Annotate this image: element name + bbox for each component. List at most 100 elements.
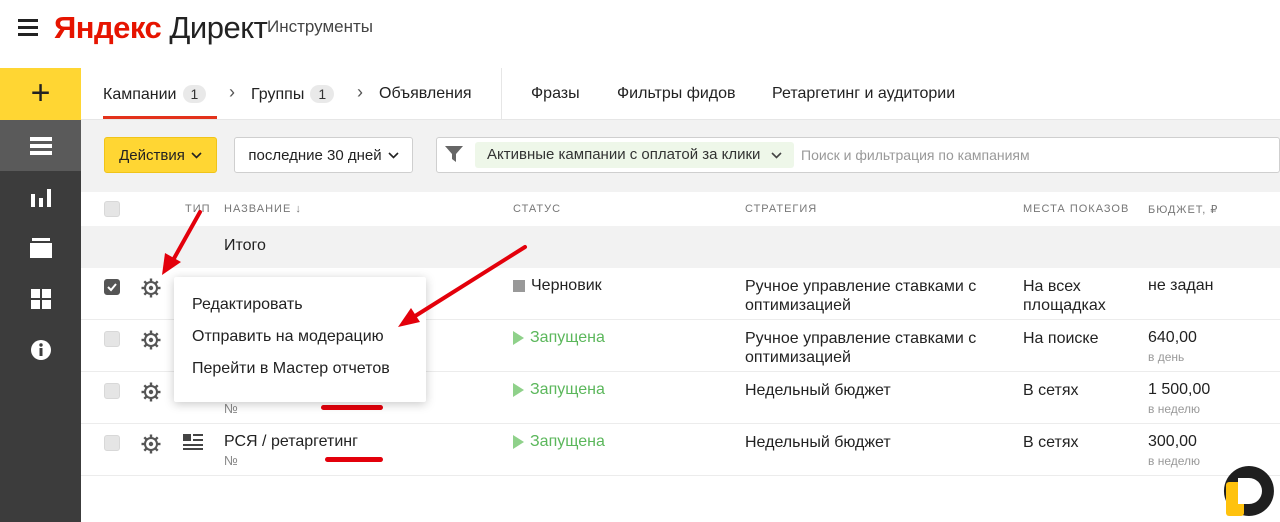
table-header: ТИП НАЗВАНИЕ ↓ СТАТУС СТРАТЕГИЯ МЕСТА ПО… (81, 192, 1280, 226)
divider (501, 68, 502, 120)
tab-retargeting[interactable]: Ретаргетинг и аудитории (772, 85, 955, 103)
menu-item-edit[interactable]: Редактировать (192, 296, 303, 314)
sidebar-item-info[interactable] (0, 324, 81, 375)
column-placements: МЕСТА ПОКАЗОВ (1023, 203, 1130, 215)
budget-period: в день (1148, 350, 1185, 364)
check-icon (107, 283, 117, 292)
chevron-down-icon (191, 151, 202, 159)
placements-cell: В сетях (1023, 434, 1079, 451)
active-tab-indicator (103, 116, 217, 119)
tab-groups[interactable]: Группы 1 (251, 85, 335, 104)
list-icon (29, 136, 52, 155)
row-checkbox[interactable] (104, 435, 120, 451)
tab-ads[interactable]: Объявления (379, 85, 472, 103)
filter-bar[interactable]: Активные кампании с оплатой за клики Пои… (436, 137, 1280, 173)
tab-feed-filters[interactable]: Фильтры фидов (617, 85, 736, 103)
sidebar-item-archive[interactable] (0, 222, 81, 273)
gear-icon[interactable] (141, 330, 161, 350)
period-select-label: последние 30 дней (248, 146, 382, 164)
logo[interactable]: Яндекс Директ (54, 10, 268, 46)
breadcrumb-chevron-icon: › (357, 82, 363, 102)
draft-icon (513, 280, 525, 292)
tools-link[interactable]: Инструменты (267, 17, 373, 37)
strategy-cell: Ручное управление ставками с оптимизацие… (745, 278, 977, 314)
filter-icon[interactable] (445, 146, 463, 163)
menu-item-report-wizard[interactable]: Перейти в Мастер отчетов (192, 360, 390, 378)
chevron-down-icon (771, 152, 782, 159)
status-text: Черновик (531, 277, 602, 294)
play-icon (513, 383, 524, 397)
column-name[interactable]: НАЗВАНИЕ ↓ (224, 203, 302, 215)
chevron-down-icon (388, 151, 399, 159)
tab-campaigns-label: Кампании (103, 86, 177, 103)
brand-logo (1223, 466, 1274, 516)
column-status: СТАТУС (513, 203, 562, 215)
placements-cell: На поиске (1023, 330, 1099, 347)
select-all-checkbox[interactable] (104, 201, 120, 217)
play-icon (513, 331, 524, 345)
gear-icon[interactable] (141, 278, 161, 298)
status-badge: Запущена (513, 381, 605, 399)
filter-chip-label: Активные кампании с оплатой за клики (487, 146, 761, 163)
campaign-number: № (224, 401, 238, 416)
sidebar-item-stats[interactable] (0, 171, 81, 222)
status-text: Запущена (530, 329, 605, 346)
status-badge: Черновик (513, 277, 602, 295)
row-checkbox[interactable] (104, 279, 120, 295)
actions-button-label: Действия (119, 146, 185, 164)
table-row: РСЯ / ретаргетинг № Запущена Недельный б… (81, 424, 1280, 476)
actions-button[interactable]: Действия (104, 137, 217, 173)
strategy-cell: Ручное управление ставками с оптимизацие… (745, 330, 977, 366)
campaign-name-link[interactable]: РСЯ / ретаргетинг (224, 433, 358, 451)
nav-tabs: Кампании 1 › Группы 1 › Объявления Фразы Ф… (81, 68, 1280, 120)
left-sidebar: + (0, 68, 81, 522)
filter-chip[interactable]: Активные кампании с оплатой за клики (475, 142, 794, 168)
total-label: Итого (224, 237, 266, 254)
budget-cell: 640,00 (1148, 329, 1197, 346)
tab-campaigns-count: 1 (182, 85, 207, 103)
play-icon (513, 435, 524, 449)
menu-icon[interactable] (18, 19, 38, 36)
screen: Яндекс Директ Инструменты + Кампании 1 › … (0, 0, 1280, 522)
archive-icon (29, 237, 52, 258)
grid-icon (30, 288, 51, 309)
budget-cell: не задан (1148, 277, 1214, 294)
total-row: Итого (81, 226, 1280, 268)
create-button[interactable]: + (0, 68, 81, 120)
menu-item-send-to-moderation[interactable]: Отправить на модерацию (192, 328, 384, 346)
sidebar-item-tools[interactable] (0, 273, 81, 324)
search-input[interactable]: Поиск и фильтрация по кампаниям (801, 147, 1030, 163)
column-strategy: СТРАТЕГИЯ (745, 203, 818, 215)
gear-icon[interactable] (141, 434, 161, 454)
redaction-mark (321, 405, 383, 410)
status-text: Запущена (530, 381, 605, 398)
bar-chart-icon (30, 188, 51, 207)
toolbar: Действия последние 30 дней Активные камп… (81, 120, 1280, 192)
placements-cell: В сетях (1023, 382, 1079, 399)
sidebar-item-campaigns[interactable] (0, 120, 81, 171)
placements-cell: На всех площадках (1023, 278, 1106, 314)
budget-period: в неделю (1148, 454, 1201, 468)
tab-phrases[interactable]: Фразы (531, 85, 580, 103)
info-icon (30, 339, 51, 360)
status-badge: Запущена (513, 433, 605, 451)
column-type: ТИП (185, 203, 211, 215)
period-select[interactable]: последние 30 дней (234, 137, 413, 173)
row-checkbox[interactable] (104, 383, 120, 399)
campaign-number: № (224, 453, 238, 468)
row-checkbox[interactable] (104, 331, 120, 347)
top-bar: Яндекс Директ Инструменты (0, 0, 1280, 68)
context-menu: Редактировать Отправить на модерацию Пер… (174, 277, 426, 402)
text-ad-type-icon (183, 434, 203, 450)
budget-cell: 300,00 (1148, 433, 1197, 450)
breadcrumb-chevron-icon: › (229, 82, 235, 102)
tab-campaigns[interactable]: Кампании 1 (103, 85, 207, 104)
status-text: Запущена (530, 433, 605, 450)
tab-groups-count: 1 (310, 85, 335, 103)
gear-icon[interactable] (141, 382, 161, 402)
tab-groups-label: Группы (251, 86, 305, 103)
column-budget: БЮДЖЕТ, ₽ (1148, 204, 1219, 216)
status-badge: Запущена (513, 329, 605, 347)
logo-yandex: Яндекс (54, 10, 162, 45)
strategy-cell: Недельный бюджет (745, 382, 891, 399)
